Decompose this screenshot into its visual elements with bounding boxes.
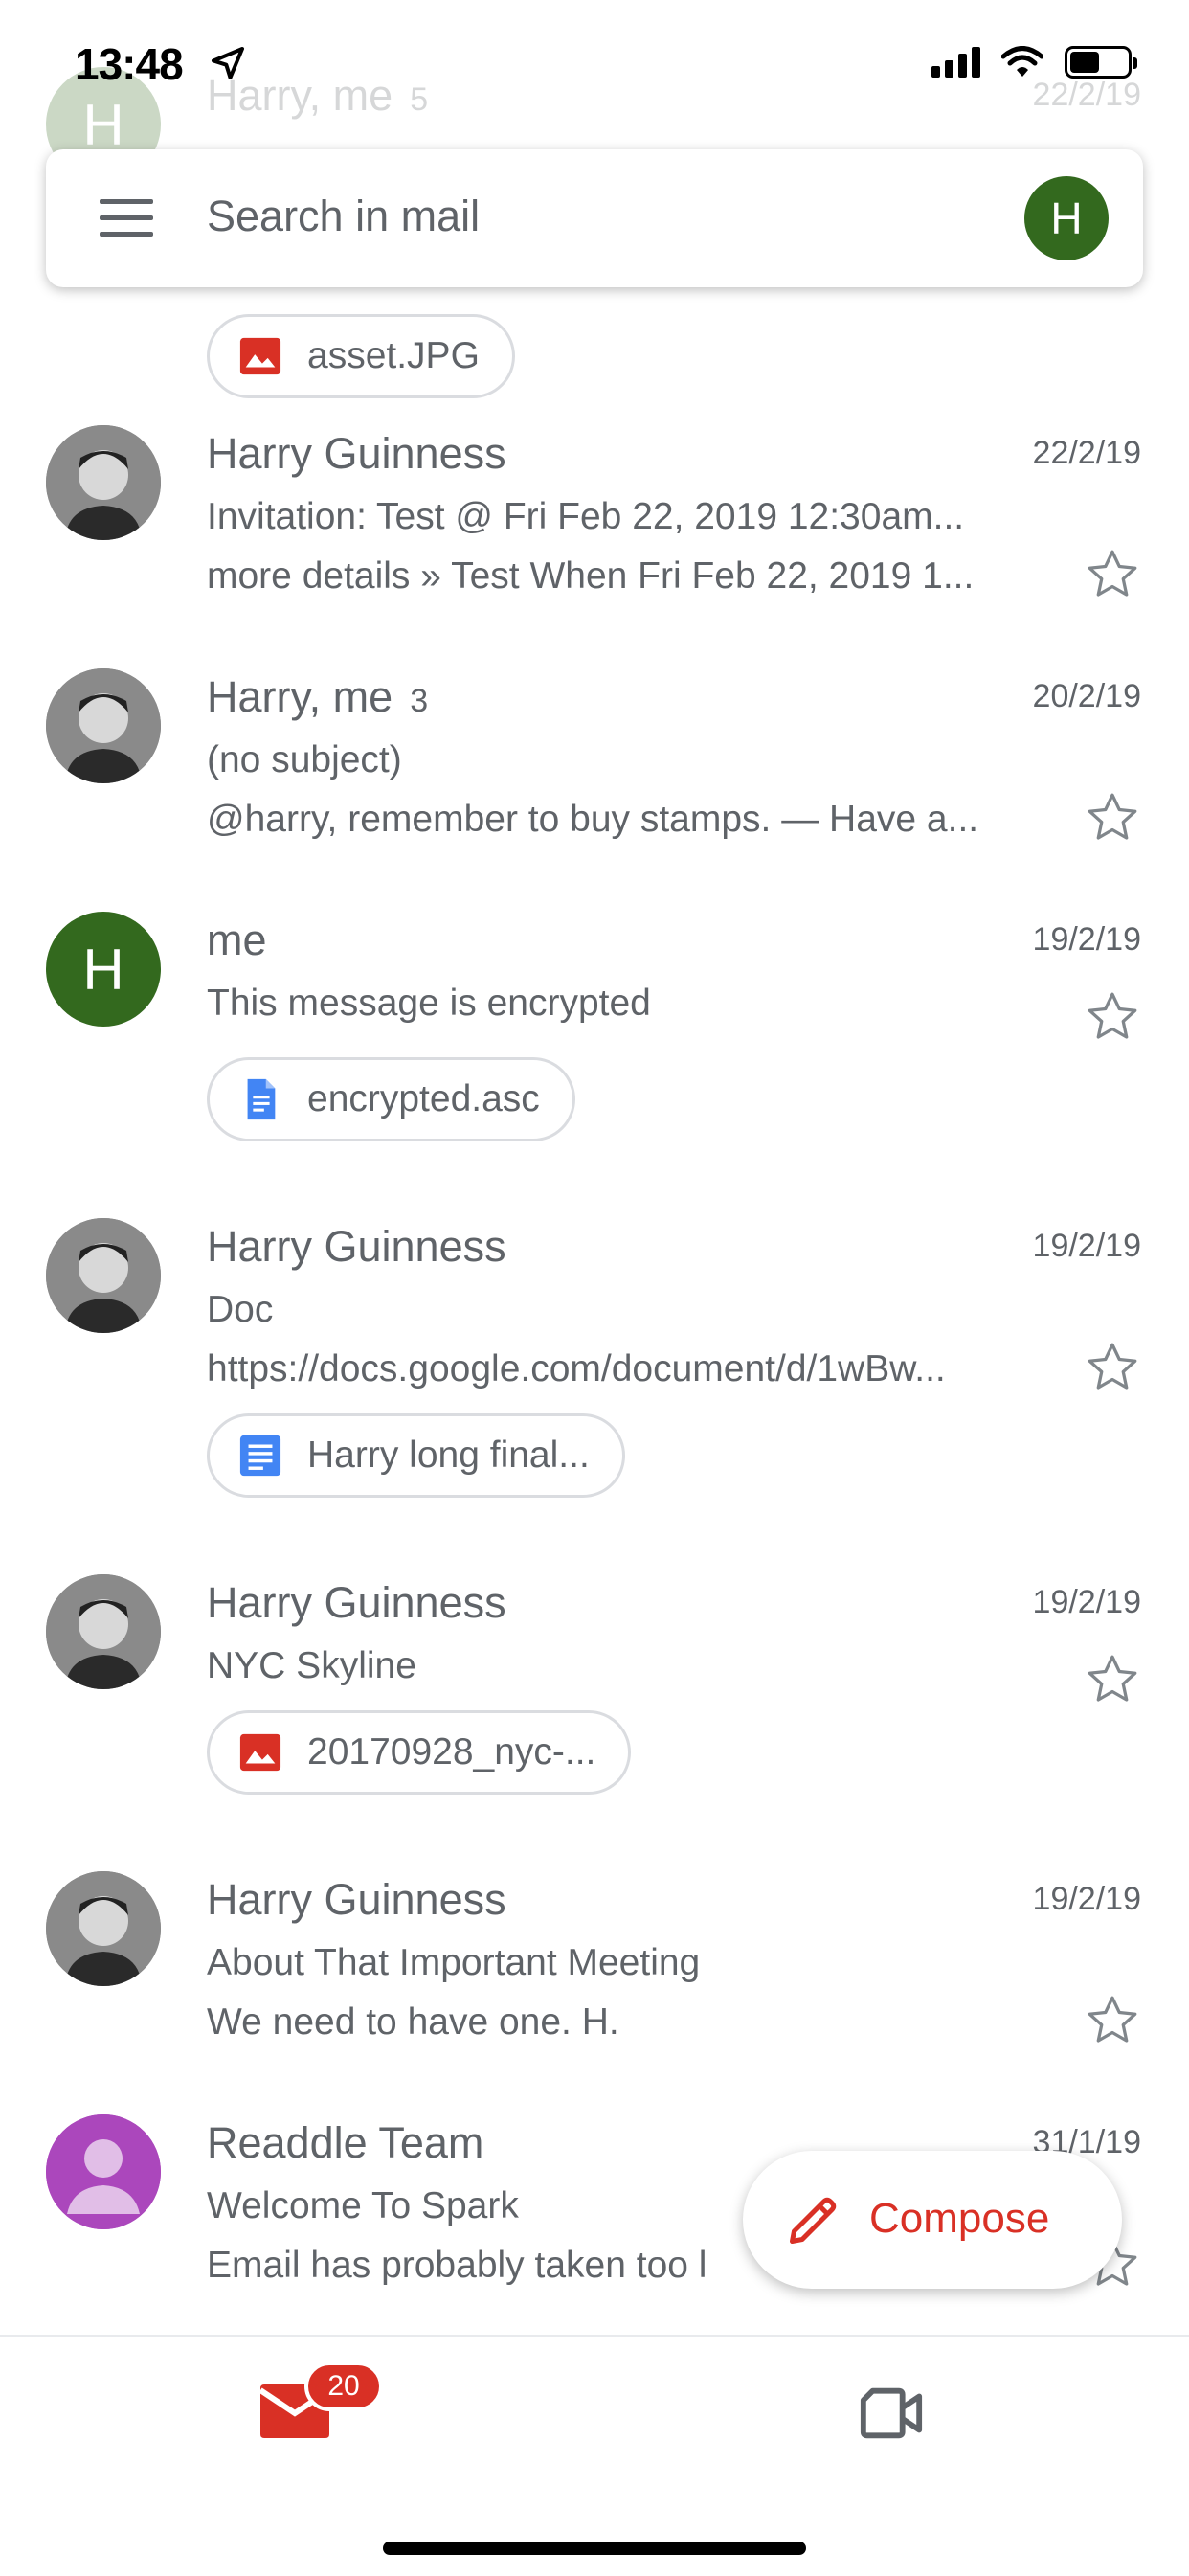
- email-date: 19/2/19: [1032, 1881, 1141, 1917]
- person-photo-icon: [46, 1218, 161, 1333]
- email-preview: more details » Test When Fri Feb 22, 201…: [207, 555, 975, 597]
- search-input[interactable]: Search in mail: [207, 192, 480, 241]
- email-preview: Email has probably taken too l: [207, 2245, 707, 2286]
- bottom-navigation: 20: [0, 2335, 1189, 2576]
- star-icon[interactable]: [1084, 1992, 1141, 2049]
- email-date: 19/2/19: [1032, 1228, 1141, 1264]
- status-time: 13:48: [75, 39, 184, 89]
- document-file-icon: [247, 1078, 276, 1120]
- person-photo-icon: [46, 1574, 161, 1689]
- email-preview: @harry, remember to buy stamps. — Have a…: [207, 799, 979, 840]
- status-icons: [931, 46, 1137, 79]
- compose-button[interactable]: Compose: [743, 2151, 1122, 2289]
- attachment-chip[interactable]: 20170928_nyc-...: [207, 1710, 632, 1795]
- person-photo-icon: [46, 1871, 161, 1986]
- avatar: [46, 1574, 161, 1689]
- avatar: H: [46, 912, 161, 1027]
- unread-count-badge: 20: [304, 2361, 383, 2411]
- status-bar: 13:48: [0, 0, 1189, 134]
- email-subject: Welcome To Spark: [207, 2185, 519, 2226]
- email-preview: https://docs.google.com/document/d/1wBw.…: [207, 1348, 946, 1390]
- avatar: [46, 2114, 161, 2229]
- email-sender: me: [207, 915, 267, 964]
- attachment-chip[interactable]: asset.JPG: [207, 314, 515, 398]
- email-subject: (no subject): [207, 739, 402, 780]
- person-photo-icon: [46, 425, 161, 540]
- avatar: [46, 1218, 161, 1333]
- star-icon[interactable]: [1084, 546, 1141, 603]
- star-icon[interactable]: [1084, 789, 1141, 847]
- attachment-name: encrypted.asc: [307, 1078, 540, 1119]
- email-sender: Harry Guinness: [207, 1875, 506, 1924]
- avatar: [46, 668, 161, 783]
- avatar: [46, 425, 161, 540]
- person-photo-icon: [46, 668, 161, 783]
- email-subject: Invitation: Test @ Fri Feb 22, 2019 12:3…: [207, 496, 965, 537]
- location-arrow-icon: [212, 47, 244, 79]
- email-date: 20/2/19: [1032, 678, 1141, 714]
- email-sender: Harry, me 3: [207, 672, 429, 721]
- search-bar[interactable]: Search in mail H: [46, 149, 1143, 287]
- email-subject: This message is encrypted: [207, 983, 651, 1024]
- email-sender: Harry Guinness: [207, 429, 506, 478]
- attachment-chip[interactable]: Harry long final...: [207, 1413, 625, 1498]
- star-icon[interactable]: [1084, 988, 1141, 1046]
- email-subject: About That Important Meeting: [207, 1942, 701, 1983]
- cellular-signal-icon: [931, 47, 980, 78]
- pencil-icon: [790, 2197, 837, 2244]
- image-file-icon: [239, 1733, 281, 1772]
- email-date: 19/2/19: [1032, 921, 1141, 958]
- attachment-chip[interactable]: encrypted.asc: [207, 1057, 575, 1141]
- avatar: [46, 1871, 161, 1986]
- person-icon: [46, 2114, 161, 2229]
- attachment-name: asset.JPG: [307, 335, 480, 376]
- attachment-name: Harry long final...: [307, 1435, 590, 1476]
- image-file-icon: [239, 337, 281, 375]
- email-subject: Doc: [207, 1289, 274, 1330]
- star-icon[interactable]: [1084, 1651, 1141, 1708]
- account-avatar[interactable]: H: [1024, 176, 1109, 260]
- email-subject: NYC Skyline: [207, 1645, 416, 1686]
- email-sender: Readdle Team: [207, 2118, 484, 2167]
- home-indicator[interactable]: [383, 2542, 806, 2555]
- attachment-name: 20170928_nyc-...: [307, 1731, 596, 1773]
- email-sender: Harry Guinness: [207, 1578, 506, 1627]
- google-docs-icon: [239, 1435, 281, 1477]
- email-preview: We need to have one. H.: [207, 2001, 619, 2043]
- email-date: 22/2/19: [1032, 435, 1141, 471]
- battery-icon: [1065, 46, 1137, 79]
- hamburger-menu-icon[interactable]: [100, 199, 153, 237]
- video-camera-icon[interactable]: [858, 2384, 925, 2442]
- email-sender: Harry Guinness: [207, 1222, 506, 1271]
- star-icon[interactable]: [1084, 1339, 1141, 1396]
- email-date: 19/2/19: [1032, 1584, 1141, 1620]
- compose-label: Compose: [869, 2195, 1050, 2242]
- wifi-icon: [1001, 46, 1043, 77]
